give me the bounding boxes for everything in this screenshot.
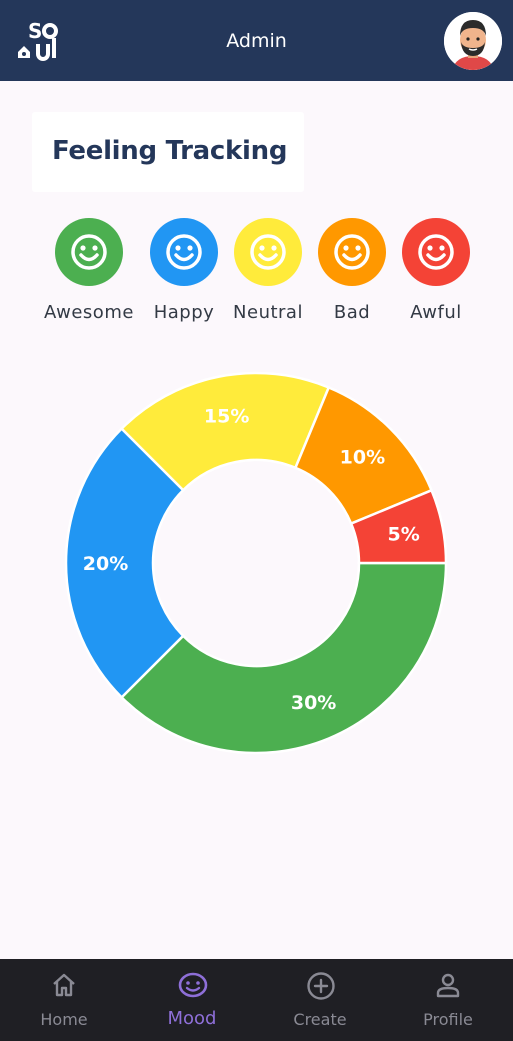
slice-label: 30% [291,692,336,714]
nav-label: Home [40,1010,88,1029]
mood-label: Awful [410,302,462,323]
mood-label: Awesome [44,302,134,323]
nav-label: Create [293,1010,347,1029]
home-icon [53,973,75,997]
smiley-icon[interactable] [318,218,386,286]
smiley-icon[interactable] [234,218,302,286]
person-icon [436,973,460,998]
avatar-illustration [444,12,502,70]
add-circle-icon [307,972,335,1000]
smiley-icon[interactable] [402,218,470,286]
nav-create[interactable]: Create [256,959,384,1041]
slice-label: 15% [204,405,249,427]
app-title: Admin [226,30,287,52]
bottom-navigation: Home Mood Create Profile [0,959,513,1041]
pie-slice-30 [119,561,448,755]
avatar[interactable] [444,12,502,70]
mood-awful[interactable]: Awful [386,218,486,328]
mood-donut-chart: 30% 20% 15% 10% 5% [64,371,448,755]
nav-label: Mood [167,1008,217,1029]
mood-icon [178,972,208,998]
mood-awesome[interactable]: Awesome [39,218,139,328]
slice-label: 10% [340,447,385,469]
nav-home[interactable]: Home [0,959,128,1041]
smiley-icon[interactable] [150,218,218,286]
slice-label: 20% [83,553,128,575]
nav-mood[interactable]: Mood [128,959,256,1041]
app-bar: S Admin [0,0,513,81]
nav-label: Profile [423,1010,473,1029]
page-title: Feeling Tracking [52,136,288,166]
smiley-icon[interactable] [55,218,123,286]
nav-profile[interactable]: Profile [384,959,512,1041]
page-title-card: Feeling Tracking [32,112,304,192]
slice-label: 5% [387,524,419,546]
